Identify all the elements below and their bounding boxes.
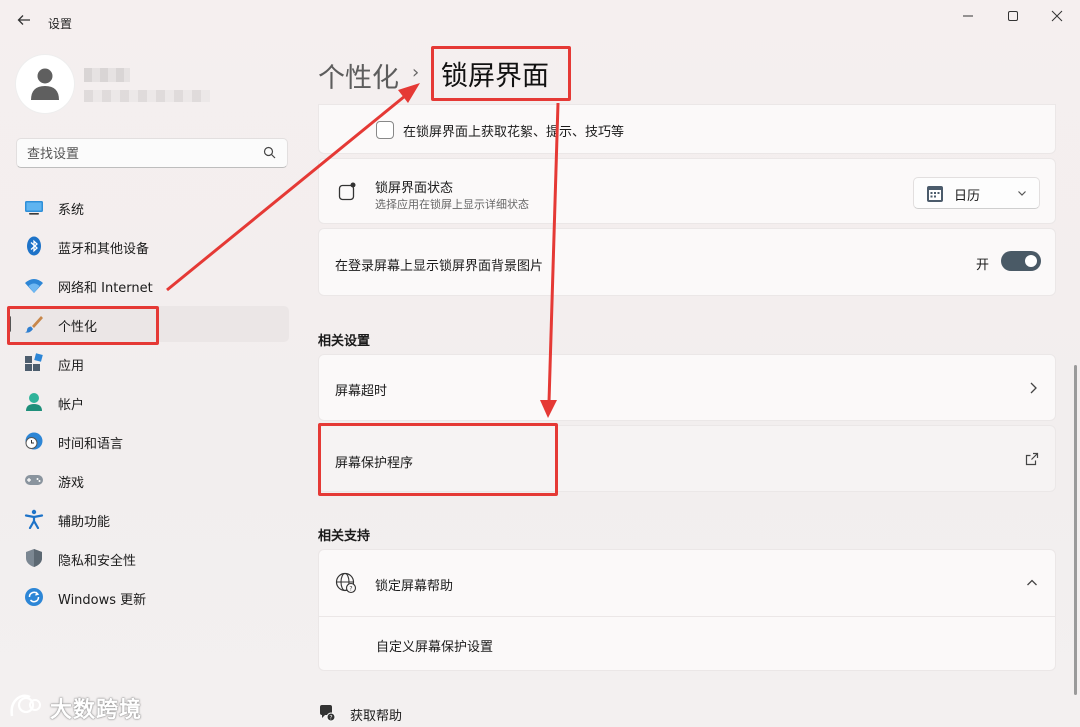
back-arrow-icon — [17, 15, 30, 25]
sidebar-item-gaming[interactable]: 游戏 — [8, 462, 289, 498]
close-icon — [1051, 10, 1063, 22]
watermark-logo-icon — [10, 694, 41, 717]
signin-background-card: 在登录屏幕上显示锁屏界面背景图片 开 — [318, 228, 1056, 296]
maximize-icon — [1008, 11, 1018, 21]
screen-timeout-label: 屏幕超时 — [335, 384, 388, 399]
annotation-box-personalization — [7, 306, 159, 345]
get-help-link[interactable]: ? 获取帮助 — [318, 700, 468, 726]
profile-name-redacted — [84, 68, 130, 82]
avatar[interactable] — [16, 55, 74, 113]
svg-text:?: ? — [349, 586, 352, 593]
shield-icon — [26, 549, 42, 567]
sidebar-item-privacy[interactable]: 隐私和安全性 — [8, 540, 289, 576]
status-device-icon — [338, 182, 356, 201]
dropdown-selected-value: 日历 — [954, 189, 981, 204]
wifi-icon — [25, 279, 43, 293]
update-icon — [25, 588, 43, 606]
signin-background-label: 在登录屏幕上显示锁屏界面背景图片 — [335, 259, 544, 274]
app-title: 设置 — [48, 17, 73, 31]
sidebar-item-label: 系统 — [58, 203, 85, 218]
sidebar-item-label: 时间和语言 — [58, 437, 124, 452]
toggle-state-label: 开 — [976, 258, 990, 273]
minimize-icon — [963, 15, 973, 17]
profile-email-redacted — [84, 90, 210, 102]
sidebar-item-label: 辅助功能 — [58, 515, 111, 530]
tips-checkbox-label: 在锁屏界面上获取花絮、提示、技巧等 — [403, 125, 625, 140]
tips-checkbox-card[interactable]: 在锁屏界面上获取花絮、提示、技巧等 — [318, 104, 1056, 154]
scrollbar[interactable] — [1074, 365, 1077, 695]
sidebar-item-network[interactable]: 网络和 Internet — [8, 267, 289, 303]
annotation-box-title — [431, 46, 571, 101]
accessibility-icon — [24, 509, 44, 529]
arrow-head-to-title — [398, 83, 420, 103]
related-support-heading: 相关支持 — [318, 529, 371, 544]
gamepad-icon — [25, 475, 43, 485]
lockscreen-help-title: 锁定屏幕帮助 — [375, 579, 454, 594]
screen-timeout-row[interactable]: 屏幕超时 — [318, 354, 1056, 421]
sidebar-item-windows-update[interactable]: Windows 更新 — [8, 579, 289, 615]
tips-checkbox[interactable] — [376, 121, 394, 139]
account-icon — [26, 393, 42, 411]
chevron-up-icon — [1027, 579, 1037, 586]
search-icon[interactable] — [263, 146, 277, 160]
apps-icon — [25, 353, 43, 371]
sidebar-item-accessibility[interactable]: 辅助功能 — [8, 501, 289, 537]
get-help-label: 获取帮助 — [350, 709, 403, 724]
maximize-button[interactable] — [993, 6, 1033, 26]
bluetooth-icon — [27, 236, 41, 256]
chevron-down-icon — [1018, 191, 1026, 196]
sidebar-item-label: 应用 — [58, 359, 85, 374]
sidebar-item-bluetooth[interactable]: 蓝牙和其他设备 — [8, 228, 289, 264]
sidebar-item-label: Windows 更新 — [58, 593, 147, 608]
lockscreen-help-card: ? 锁定屏幕帮助 自定义屏幕保护设置 — [318, 549, 1056, 671]
lockscreen-status-subtitle: 选择应用在锁屏上显示详细状态 — [375, 198, 529, 211]
chevron-right-icon — [1030, 382, 1037, 394]
search-input[interactable] — [25, 144, 259, 164]
sidebar-item-label: 帐户 — [58, 398, 85, 413]
signin-background-toggle[interactable] — [1001, 251, 1041, 271]
title-bar: 设置 — [0, 0, 1080, 44]
watermark: 大数跨境 — [8, 690, 158, 724]
customize-screensaver-link[interactable]: 自定义屏幕保护设置 — [376, 636, 493, 655]
lockscreen-help-header[interactable]: ? 锁定屏幕帮助 — [319, 550, 1055, 617]
close-button[interactable] — [1037, 6, 1077, 26]
sidebar-nav: 系统 蓝牙和其他设备 网络和 Internet 个性化 应用 帐户 时间和语言 — [8, 189, 289, 618]
calendar-icon — [927, 186, 943, 202]
search-box[interactable] — [16, 138, 288, 168]
clock-globe-icon — [25, 432, 43, 450]
breadcrumb-separator: › — [412, 62, 420, 83]
related-settings-heading: 相关设置 — [318, 334, 371, 349]
globe-help-icon: ? — [335, 572, 357, 594]
sidebar-item-label: 蓝牙和其他设备 — [58, 242, 150, 257]
breadcrumb-parent[interactable]: 个性化 — [318, 56, 399, 95]
svg-text:?: ? — [329, 714, 332, 721]
annotation-box-screensaver — [318, 423, 558, 496]
sidebar-item-apps[interactable]: 应用 — [8, 345, 289, 381]
minimize-button[interactable] — [948, 6, 988, 26]
watermark-text: 大数跨境 — [50, 698, 143, 723]
sidebar-item-time-language[interactable]: 时间和语言 — [8, 423, 289, 459]
sidebar-item-system[interactable]: 系统 — [8, 189, 289, 225]
user-avatar-icon — [31, 68, 59, 100]
monitor-icon — [25, 201, 43, 215]
toggle-knob — [1025, 255, 1037, 267]
lockscreen-status-card: 锁屏界面状态 选择应用在锁屏上显示详细状态 日历 — [318, 158, 1056, 224]
back-button[interactable] — [14, 12, 34, 32]
sidebar-item-label: 游戏 — [58, 476, 85, 491]
sidebar-item-accounts[interactable]: 帐户 — [8, 384, 289, 420]
lockscreen-status-dropdown[interactable]: 日历 — [913, 177, 1040, 209]
lockscreen-status-title: 锁屏界面状态 — [375, 181, 454, 196]
sidebar-item-label: 隐私和安全性 — [58, 554, 137, 569]
settings-window: 设置 系统 蓝牙和其他设备 网 — [0, 0, 1080, 727]
sidebar-item-label: 网络和 Internet — [58, 281, 153, 296]
external-link-icon — [1025, 452, 1039, 466]
help-chat-icon: ? — [320, 705, 336, 722]
